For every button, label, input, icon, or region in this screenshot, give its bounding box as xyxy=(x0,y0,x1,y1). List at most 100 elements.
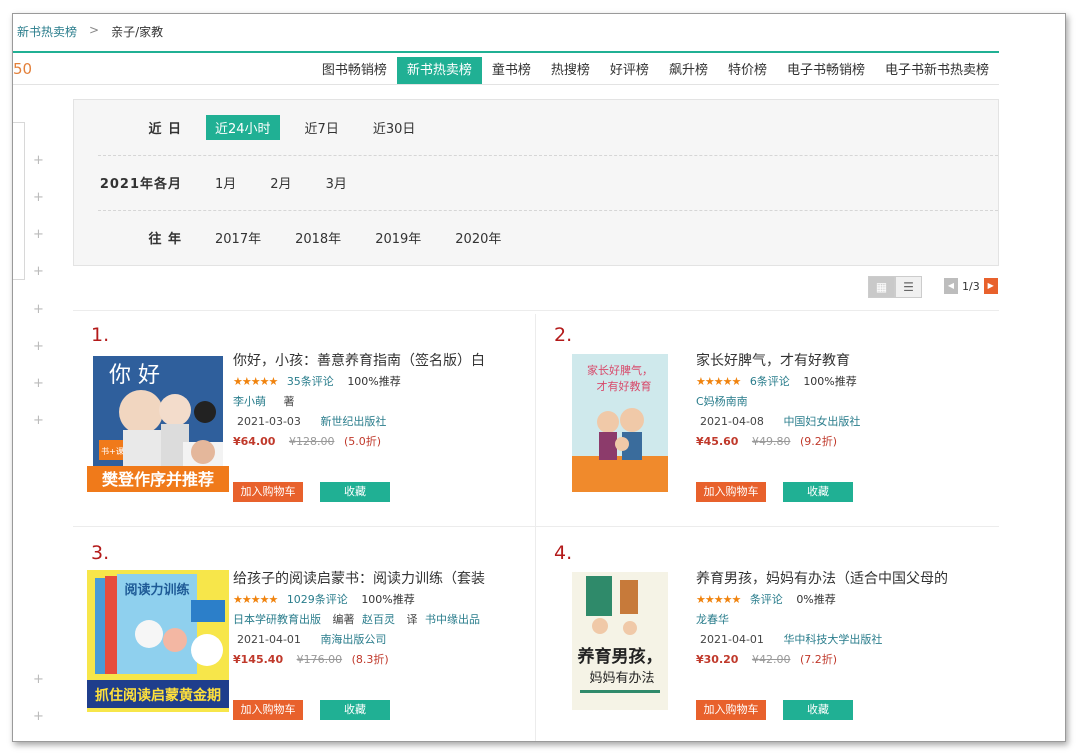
plus-icon[interactable]: + xyxy=(33,264,44,279)
filter-label-months: 2021年各月 xyxy=(99,177,182,192)
add-to-cart-button[interactable]: 加入购物车 xyxy=(233,482,303,502)
favorite-button[interactable]: 收藏 xyxy=(320,482,390,502)
book-title-link[interactable]: 养育男孩，妈妈有办法（适合中国父母的 xyxy=(696,568,991,590)
author-role: 编著 xyxy=(332,613,355,626)
ranking-tabs: 图书畅销榜 新书热卖榜 童书榜 热搜榜 好评榜 飙升榜 特价榜 电子书畅销榜 电… xyxy=(312,57,999,84)
translator-link[interactable]: 赵百灵 xyxy=(362,613,395,626)
review-count-link[interactable]: 1029条评论 xyxy=(287,593,348,606)
rank-number: 3. xyxy=(91,542,110,564)
breadcrumb-parent-link[interactable]: 新书热卖榜 xyxy=(17,23,77,40)
plus-icon[interactable]: + xyxy=(33,153,44,168)
translator-role: 译 xyxy=(406,613,418,626)
plus-icon[interactable]: + xyxy=(33,190,44,205)
list-view-icon[interactable]: ☰ xyxy=(895,276,922,298)
book-card: 3. 阅读力训练 抓住阅读启蒙黄金期 给孩子的阅读启蒙书：阅读力训练（套装 ★★… xyxy=(73,532,528,737)
current-price: ¥30.20 xyxy=(696,653,739,666)
publish-line: 2021-04-01 南海出版公司 xyxy=(233,630,528,650)
cover-banner: 抓住阅读启蒙黄金期 xyxy=(95,687,221,704)
favorite-button[interactable]: 收藏 xyxy=(783,482,853,502)
publish-date: 2021-04-01 xyxy=(700,633,764,646)
tab-special-price[interactable]: 特价榜 xyxy=(718,57,777,84)
tab-book-bestseller[interactable]: 图书畅销榜 xyxy=(312,57,397,84)
book-title-link[interactable]: 你好，小孩：善意养育指南（签名版）白 xyxy=(233,350,528,372)
book-cover[interactable]: 阅读力训练 抓住阅读启蒙黄金期 xyxy=(87,570,229,712)
discount: (5.0折) xyxy=(343,435,382,448)
arrow-right-icon[interactable]: ▶ xyxy=(983,278,998,294)
book-card: 1. 你 好 书+课 樊登作序并推荐 你好，小孩：善意养育指南（签名版）白 ★★… xyxy=(73,314,528,519)
original-price: ¥49.80 xyxy=(751,435,791,448)
discount: (8.3折) xyxy=(351,653,389,666)
book-cover[interactable]: 你 好 书+课 樊登作序并推荐 xyxy=(87,352,229,494)
book-card: 4. 养育男孩， 妈妈有办法 养育男孩，妈妈有办法（适合中国父母的 ★★★★★ … xyxy=(536,532,991,737)
grid-view-icon[interactable]: ▦ xyxy=(868,276,895,298)
review-count-link[interactable]: 条评论 xyxy=(750,593,783,606)
book-cover[interactable]: 家长好脾气， 才有好教育 xyxy=(550,352,692,494)
review-count-link[interactable]: 35条评论 xyxy=(287,375,334,388)
filter-option-mar[interactable]: 3月 xyxy=(317,170,356,195)
book-info: 养育男孩，妈妈有办法（适合中国父母的 ★★★★★ 条评论 0%推荐 龙春华 20… xyxy=(696,568,991,670)
plus-icon[interactable]: + xyxy=(33,672,44,687)
price-line: ¥30.20 ¥42.00 (7.2折) xyxy=(696,650,991,670)
arrow-left-icon[interactable]: ◀ xyxy=(944,278,958,294)
filter-option-feb[interactable]: 2月 xyxy=(261,170,300,195)
filter-option-jan[interactable]: 1月 xyxy=(206,170,245,195)
tab-good-reviews[interactable]: 好评榜 xyxy=(600,57,659,84)
book-title-link[interactable]: 给孩子的阅读启蒙书：阅读力训练（套装 xyxy=(233,568,528,590)
tab-ebook-bestseller[interactable]: 电子书畅销榜 xyxy=(777,57,875,84)
filter-option-2017[interactable]: 2017年 xyxy=(206,225,270,250)
author-link[interactable]: C妈杨南南 xyxy=(696,395,748,408)
filter-row-years: 往 年 2017年 2018年 2019年 2020年 xyxy=(98,210,998,264)
producer-link[interactable]: 书中缘出品 xyxy=(425,613,480,626)
cover-title: 妈妈有办法 xyxy=(589,671,654,686)
author-link[interactable]: 日本学研教育出版 xyxy=(233,613,321,626)
rating-line: ★★★★★ 6条评论 100%推荐 xyxy=(696,372,991,392)
filter-label-years: 往 年 xyxy=(148,232,182,247)
filter-option-24h[interactable]: 近24小时 xyxy=(206,114,280,140)
add-to-cart-button[interactable]: 加入购物车 xyxy=(696,482,766,502)
rank-number: 4. xyxy=(554,542,573,564)
filter-option-2019[interactable]: 2019年 xyxy=(366,225,430,250)
plus-icon[interactable]: + xyxy=(33,376,44,391)
tab-children-books[interactable]: 童书榜 xyxy=(482,57,541,84)
star-rating-icon: ★★★★★ xyxy=(696,593,741,606)
review-count-link[interactable]: 6条评论 xyxy=(750,375,790,388)
cover-title: 养育男孩， xyxy=(577,646,663,667)
publisher-link[interactable]: 华中科技大学出版社 xyxy=(783,633,882,646)
filter-option-7d[interactable]: 近7日 xyxy=(296,115,348,140)
recommend-rate: 0%推荐 xyxy=(796,593,836,606)
divider xyxy=(73,310,999,311)
tab-rising[interactable]: 飙升榜 xyxy=(659,57,718,84)
book-cover[interactable]: 养育男孩， 妈妈有办法 xyxy=(550,570,692,712)
page-frame: 新书热卖榜 > 亲子/家教 50 图书畅销榜 新书热卖榜 童书榜 热搜榜 好评榜… xyxy=(12,13,1066,742)
plus-icon[interactable]: + xyxy=(33,227,44,242)
publisher-link[interactable]: 中国妇女出版社 xyxy=(783,415,860,428)
tab-hot-search[interactable]: 热搜榜 xyxy=(541,57,600,84)
plus-icon[interactable]: + xyxy=(33,339,44,354)
publish-date: 2021-03-03 xyxy=(237,415,301,428)
favorite-button[interactable]: 收藏 xyxy=(783,700,853,720)
author-link[interactable]: 龙春华 xyxy=(696,613,729,626)
author-link[interactable]: 李小萌 xyxy=(233,395,266,408)
price-line: ¥145.40 ¥176.00 (8.3折) xyxy=(233,650,528,670)
tab-ebook-new-hot[interactable]: 电子书新书热卖榜 xyxy=(875,57,999,84)
original-price: ¥128.00 xyxy=(288,435,335,448)
plus-icon[interactable]: + xyxy=(33,302,44,317)
tab-new-book-hot[interactable]: 新书热卖榜 xyxy=(396,57,482,84)
plus-icon[interactable]: + xyxy=(33,709,44,724)
add-to-cart-button[interactable]: 加入购物车 xyxy=(696,700,766,720)
breadcrumb: 新书热卖榜 > 亲子/家教 xyxy=(17,23,163,40)
publisher-link[interactable]: 新世纪出版社 xyxy=(320,415,386,428)
book-info: 你好，小孩：善意养育指南（签名版）白 ★★★★★ 35条评论 100%推荐 李小… xyxy=(233,350,528,452)
book-title-link[interactable]: 家长好脾气，才有好教育 xyxy=(696,350,991,372)
publish-line: 2021-03-03 新世纪出版社 xyxy=(233,412,528,432)
publisher-link[interactable]: 南海出版公司 xyxy=(320,633,386,646)
filter-option-2018[interactable]: 2018年 xyxy=(286,225,350,250)
filter-option-30d[interactable]: 近30日 xyxy=(364,115,425,140)
add-to-cart-button[interactable]: 加入购物车 xyxy=(233,700,303,720)
plus-icon[interactable]: + xyxy=(33,413,44,428)
rank-number: 2. xyxy=(554,324,573,346)
filter-option-2020[interactable]: 2020年 xyxy=(446,225,510,250)
cover-title: 才有好教育 xyxy=(597,379,652,393)
rating-line: ★★★★★ 条评论 0%推荐 xyxy=(696,590,991,610)
favorite-button[interactable]: 收藏 xyxy=(320,700,390,720)
